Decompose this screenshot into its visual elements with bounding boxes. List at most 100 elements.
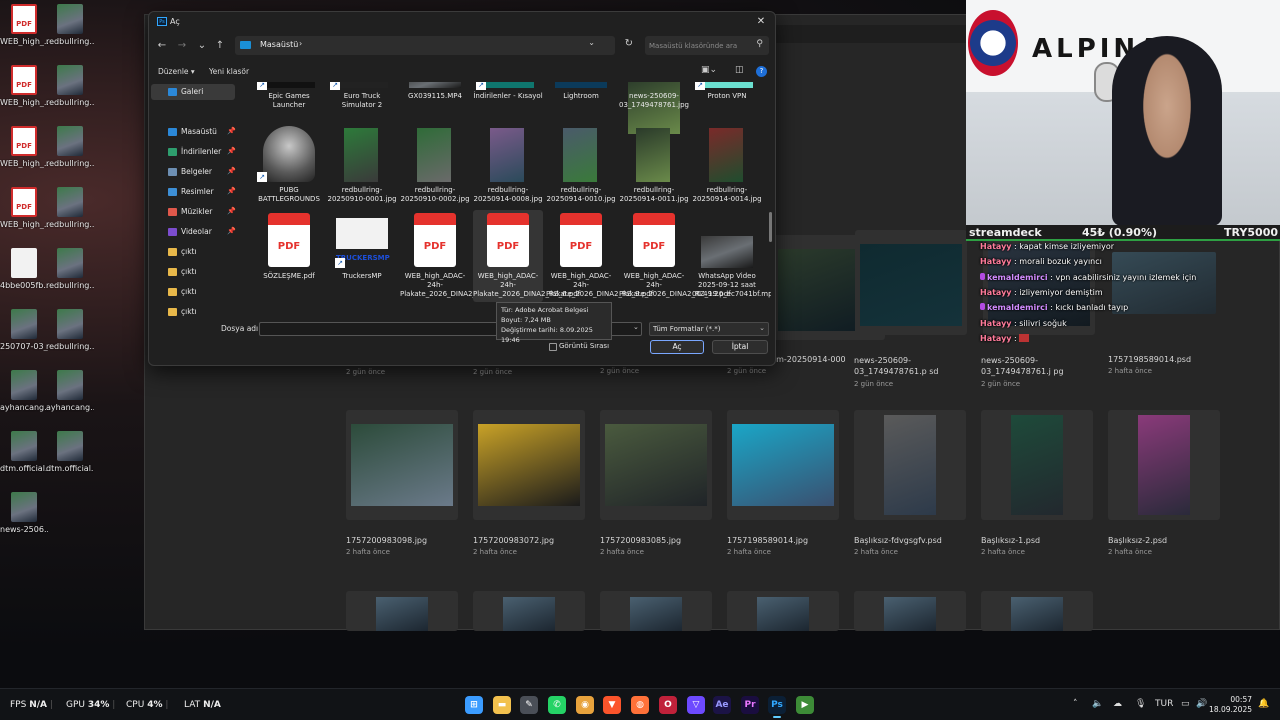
premiere-icon[interactable]: Pr <box>741 696 759 714</box>
file-item[interactable]: PDF WEB_high_ADAC-24h-Plakate_2026_DINA2_… <box>619 210 731 302</box>
sidebar-item[interactable]: çıktı <box>165 244 235 260</box>
file-item[interactable]: PDF SÖZLEŞME.pdf <box>254 210 324 302</box>
sidebar-item[interactable]: çıktı <box>165 264 235 280</box>
desktop-icon[interactable]: redbullring... <box>46 305 94 367</box>
search-box[interactable]: ⚲ <box>645 36 769 55</box>
recent-file-name[interactable]: 1757198589014.psd <box>1108 355 1191 364</box>
recent-file-name[interactable]: Başlıksız-2.psd <box>1108 536 1167 545</box>
sidebar-item[interactable]: Masaüstü 📌 <box>165 124 236 140</box>
network-icon[interactable]: ☁ <box>1113 699 1122 709</box>
up-arrow-icon[interactable]: ↑ <box>213 39 227 53</box>
close-icon[interactable]: ✕ <box>753 14 769 30</box>
file-item[interactable]: PDF WEB_high_ADAC-24h-Plakate_2026_DINA2_… <box>400 210 507 302</box>
desktop-icon[interactable]: dtm.official... <box>46 427 94 489</box>
recent-file-name[interactable]: 2 gün önce <box>346 368 385 376</box>
proton-icon[interactable]: ▽ <box>687 696 705 714</box>
aftereffects-icon[interactable]: Ae <box>713 696 731 714</box>
pin-icon[interactable]: 📌 <box>227 187 236 195</box>
photoshop-recent-tile[interactable] <box>981 591 1093 631</box>
file-item[interactable]: redbullring-20250914-0014.jpg <box>692 124 762 216</box>
desktop-icon[interactable]: redbullring... <box>46 244 94 306</box>
view-options-icon[interactable]: ▣⌄ <box>701 65 717 75</box>
recent-file-name[interactable]: 2 gün önce <box>473 368 512 376</box>
sidebar-item[interactable]: İndirilenler 📌 <box>165 144 236 160</box>
firefox-icon[interactable]: ◍ <box>631 696 649 714</box>
pin-icon[interactable]: 📌 <box>227 127 236 135</box>
opera-icon[interactable]: O <box>659 696 677 714</box>
address-dropdown-icon[interactable]: ⌄ <box>588 38 595 47</box>
photoshop-recent-tile[interactable] <box>346 410 458 520</box>
help-icon[interactable]: ? <box>756 66 767 77</box>
recent-file-name[interactable]: news-250609-03_1749478761.j pg <box>981 355 1093 377</box>
sidebar-item[interactable]: Belgeler 📌 <box>165 164 236 180</box>
chevron-down-icon[interactable]: ⌄ <box>195 39 209 53</box>
desktop-icon[interactable]: 4bbe005fb... <box>0 244 48 306</box>
photoshop-recent-tile[interactable] <box>727 591 839 631</box>
photoshop-icon[interactable]: Ps <box>768 696 786 718</box>
open-button[interactable]: Aç <box>650 340 704 354</box>
recent-file-name[interactable]: 1757198589014.jpg <box>727 536 808 545</box>
recent-file-name[interactable]: Başlıksız-1.psd <box>981 536 1040 545</box>
refresh-icon[interactable]: ↻ <box>625 38 633 49</box>
start-icon[interactable]: ⊞ <box>465 696 483 714</box>
file-item[interactable]: redbullring-20250914-0008.jpg <box>473 124 543 216</box>
desktop-icon[interactable]: redbullring... <box>46 122 94 184</box>
photoshop-recent-tile[interactable] <box>854 410 966 520</box>
file-item[interactable]: redbullring-20250914-0011.jpg <box>619 124 689 216</box>
new-folder-button[interactable]: Yeni klasör <box>209 67 249 76</box>
sidebar-item[interactable]: çıktı <box>165 284 235 300</box>
language-indicator[interactable]: TUR <box>1155 699 1173 709</box>
chrome-icon[interactable]: ◉ <box>576 696 594 714</box>
photoshop-recent-tile[interactable] <box>981 410 1093 520</box>
search-input[interactable] <box>649 39 749 52</box>
photoshop-recent-tile[interactable] <box>855 230 967 335</box>
photoshop-recent-tile[interactable] <box>854 591 966 631</box>
speaker-icon[interactable]: 🔊 <box>1196 699 1207 709</box>
media-icon[interactable]: ▶ <box>796 696 814 714</box>
desktop-icon[interactable]: 250707-03_... <box>0 305 48 367</box>
file-type-filter[interactable]: Tüm Formatlar (*.*) ⌄ <box>649 322 769 336</box>
scrollbar[interactable] <box>769 82 772 242</box>
file-item[interactable]: redbullring-20250910-0002.jpg <box>400 124 470 216</box>
system-clock[interactable]: 00:57 18.09.2025 <box>1209 695 1252 715</box>
preview-pane-icon[interactable]: ◫ <box>735 65 744 75</box>
file-item[interactable]: WhatsApp Video 2025-09-12 saat 00.49.20_… <box>692 210 771 302</box>
desktop-icon[interactable]: redbullring... <box>46 183 94 245</box>
desktop-icon[interactable]: ayhancang... <box>0 366 48 428</box>
pin-icon[interactable]: 📌 <box>227 167 236 175</box>
breadcrumb-chevron-icon[interactable]: › <box>299 39 302 48</box>
file-item[interactable]: TRUCKERSMP ↗ TruckersMP <box>327 210 397 302</box>
desktop-icon[interactable]: WEB_high_... <box>0 122 48 184</box>
pin-icon[interactable]: 📌 <box>227 147 236 155</box>
microphone-icon[interactable]: 🎙 <box>1135 699 1146 709</box>
filename-dropdown-icon[interactable]: ⌄ <box>633 323 639 331</box>
recent-file-name[interactable]: 1757200983072.jpg <box>473 536 554 545</box>
file-item[interactable]: redbullring-20250910-0001.jpg <box>327 124 397 216</box>
pin-icon[interactable]: 📌 <box>227 227 236 235</box>
photoshop-recent-tile[interactable] <box>346 591 458 631</box>
photoshop-recent-tile[interactable] <box>600 591 712 631</box>
recent-file-name[interactable]: gm-20250914-000 <box>771 355 846 364</box>
explorer-icon[interactable]: ▬ <box>493 696 511 714</box>
volume-icon[interactable]: 🔈 <box>1092 699 1103 709</box>
address-path[interactable]: Masaüstü <box>260 40 298 49</box>
desktop-icon[interactable]: redbullring... <box>46 0 94 62</box>
desktop-icon[interactable]: WEB_high_... <box>0 0 48 62</box>
desktop-icon[interactable]: WEB_high_... <box>0 183 48 245</box>
notes-icon[interactable]: ✎ <box>520 696 538 714</box>
photoshop-recent-tile[interactable] <box>600 410 712 520</box>
recent-file-name[interactable]: 1757200983085.jpg <box>600 536 681 545</box>
cancel-button[interactable]: İptal <box>712 340 768 354</box>
sidebar-item[interactable]: Galeri <box>151 84 235 100</box>
recent-file-name[interactable]: 1757200983098.jpg <box>346 536 427 545</box>
whatsapp-icon[interactable]: ✆ <box>548 696 566 714</box>
brave-icon[interactable]: ▼ <box>603 696 621 714</box>
address-bar[interactable]: Masaüstü › ⌄ ↻ <box>235 36 633 55</box>
file-item[interactable]: redbullring-20250914-0010.jpg <box>546 124 616 216</box>
forward-arrow-icon[interactable]: → <box>175 39 189 53</box>
desktop-icon[interactable]: ayhancang... <box>46 366 94 428</box>
photoshop-recent-tile[interactable] <box>1108 410 1220 520</box>
desktop-icon[interactable]: dtm.official... <box>0 427 48 489</box>
desktop-icon[interactable]: WEB_high_... <box>0 61 48 123</box>
recent-file-name[interactable]: Başlıksız-fdvgsgfv.psd <box>854 536 942 545</box>
